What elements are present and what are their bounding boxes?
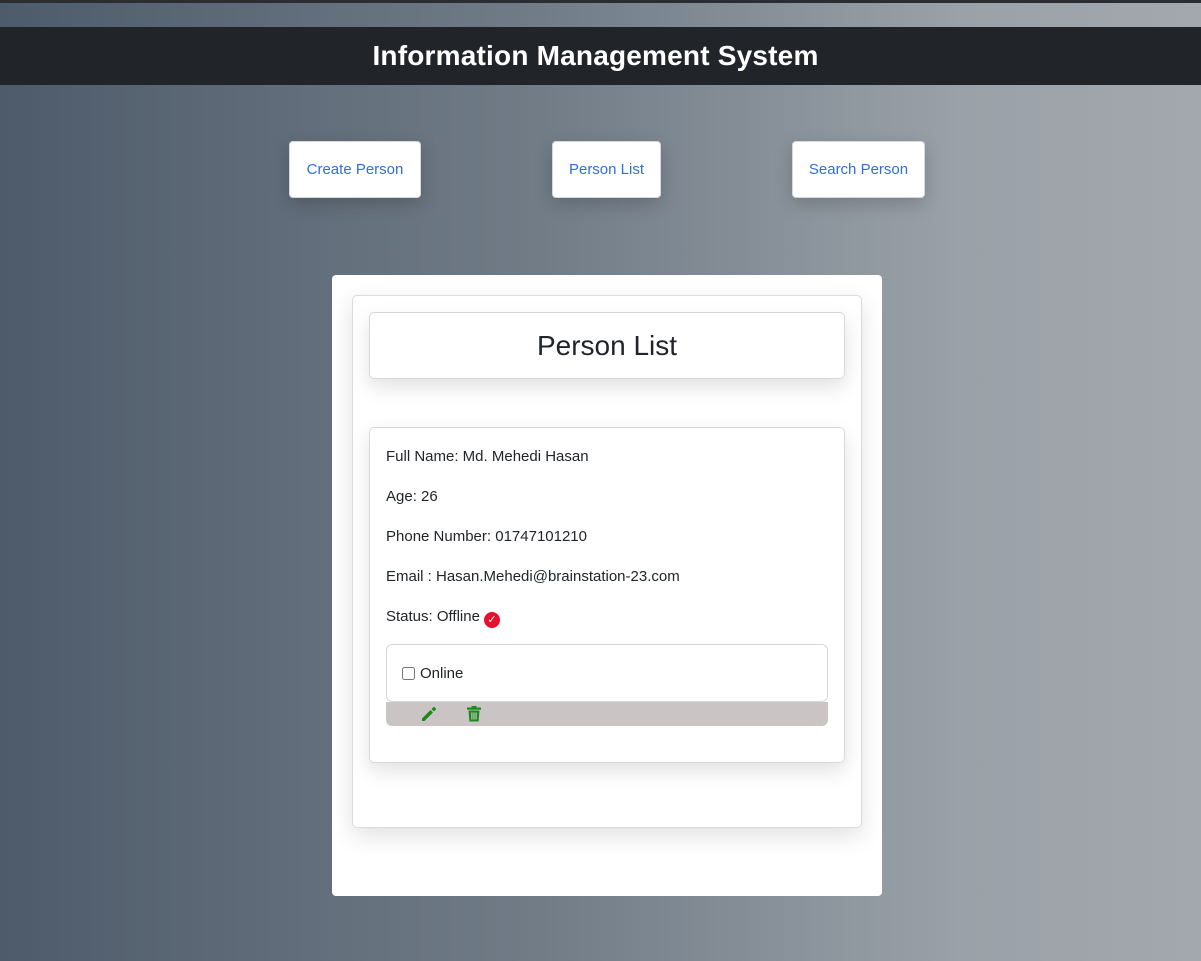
online-toggle-box: Online	[386, 644, 828, 702]
online-toggle-label[interactable]: Online	[402, 665, 463, 682]
content-panel: Person List Full Name: Md. Mehedi Hasan …	[332, 275, 882, 896]
person-list-card: Person List Full Name: Md. Mehedi Hasan …	[352, 295, 862, 828]
person-phone: Phone Number: 01747101210	[386, 528, 587, 545]
pencil-icon[interactable]	[419, 704, 439, 724]
page-title: Person List	[536, 329, 678, 361]
person-card: Full Name: Md. Mehedi Hasan Age: 26 Phon…	[369, 427, 845, 763]
person-status: Status: Offline ✓	[386, 608, 500, 628]
window-top-strip	[0, 0, 1201, 3]
create-person-button[interactable]: Create Person	[289, 141, 421, 198]
person-list-button[interactable]: Person List	[552, 141, 661, 198]
person-full-name: Full Name: Md. Mehedi Hasan	[386, 448, 589, 465]
person-status-text: Status: Offline	[386, 608, 480, 625]
app-title: Information Management System	[372, 40, 819, 71]
search-person-button[interactable]: Search Person	[792, 141, 925, 198]
check-circle-icon: ✓	[483, 612, 500, 628]
action-bar	[386, 702, 828, 726]
app-header: Information Management System	[0, 27, 1201, 85]
online-checkbox[interactable]	[402, 667, 415, 680]
page-title-card: Person List	[369, 312, 845, 379]
online-label-text: Online	[420, 665, 464, 682]
person-age: Age: 26	[386, 488, 438, 505]
trash-icon[interactable]	[464, 704, 484, 724]
person-email: Email : Hasan.Mehedi@brainstation-23.com	[386, 568, 680, 585]
